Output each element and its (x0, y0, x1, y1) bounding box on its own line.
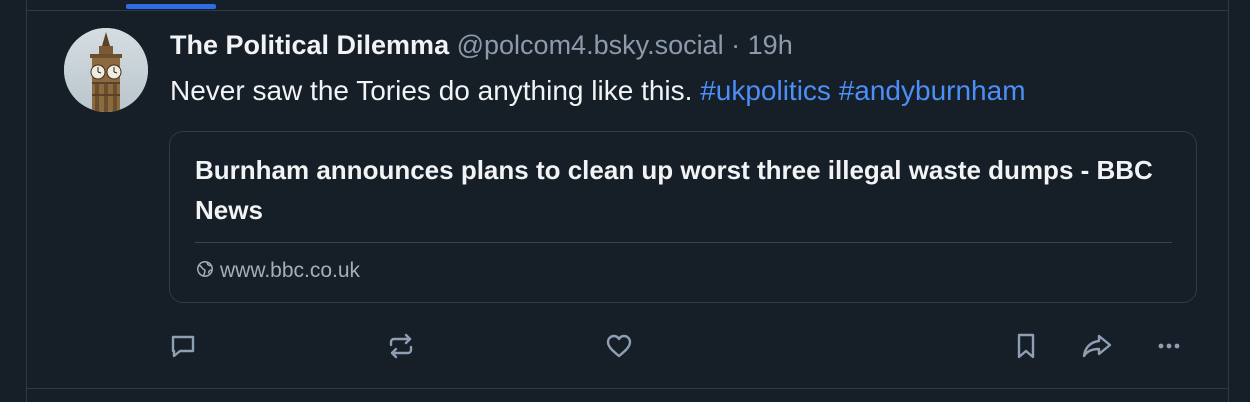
link-preview-title: Burnham announces plans to clean up wors… (195, 155, 1153, 225)
big-ben-avatar-image (64, 28, 148, 112)
avatar[interactable] (64, 28, 148, 112)
repost-button[interactable] (384, 329, 418, 363)
link-preview-domain-row: www.bbc.co.uk (196, 259, 360, 283)
heart-icon (603, 330, 635, 362)
active-tab-indicator (126, 4, 216, 9)
post-body: Never saw the Tories do anything like th… (170, 75, 701, 106)
link-preview-domain: www.bbc.co.uk (220, 259, 361, 282)
share-arrow-icon (1080, 330, 1114, 362)
share-button[interactable] (1080, 329, 1114, 363)
reply-button[interactable] (166, 329, 200, 363)
bookmark-button[interactable] (1009, 329, 1043, 363)
hashtag-link[interactable]: #andyburnham (839, 75, 1026, 106)
more-options-button[interactable] (1152, 329, 1186, 363)
post-timestamp[interactable]: 19h (748, 30, 793, 60)
link-preview-divider (195, 242, 1172, 243)
bottom-divider (27, 388, 1228, 389)
link-preview-card[interactable]: Burnham announces plans to clean up wors… (169, 131, 1197, 303)
speech-bubble-icon (167, 330, 199, 362)
post-text: Never saw the Tories do anything like th… (170, 73, 1026, 109)
globe-icon (196, 260, 214, 283)
author-handle[interactable]: @polcom4.bsky.social (457, 30, 724, 60)
ellipsis-icon (1153, 330, 1185, 362)
hashtag-link[interactable]: #ukpolitics (700, 75, 831, 106)
bookmark-icon (1010, 330, 1042, 362)
repost-icon (385, 330, 417, 362)
separator-dot: · (731, 30, 741, 60)
like-button[interactable] (602, 329, 636, 363)
post-header: The Political Dilemma @polcom4.bsky.soci… (170, 27, 793, 63)
top-divider (27, 10, 1228, 11)
author-name[interactable]: The Political Dilemma (170, 30, 449, 60)
